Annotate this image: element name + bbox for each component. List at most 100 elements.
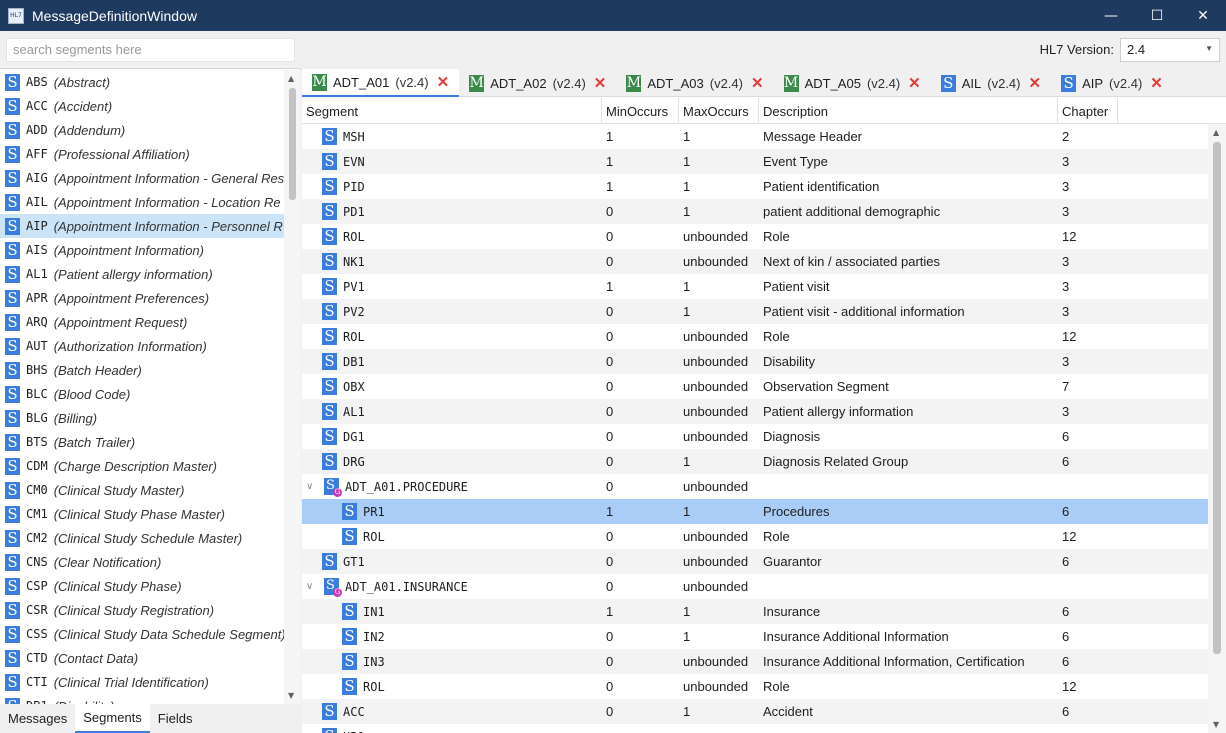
table-row[interactable]: S ROL 0 unbounded Role 12 (302, 324, 1208, 349)
close-window-button[interactable]: ✕ (1180, 0, 1226, 31)
segment-list-item[interactable]: S CSS (Clinical Study Data Schedule Segmen… (0, 622, 284, 646)
column-header-chapter[interactable]: Chapter (1058, 98, 1118, 124)
segment-list-item[interactable]: S AIG (Appointment Information - General R… (0, 166, 284, 190)
segment-list-item[interactable]: SDB1(Disability) (0, 694, 284, 704)
table-row[interactable]: S PR1 1 1 Procedures 6 (302, 499, 1208, 524)
group-row[interactable]: ∨ S G ADT_A01.INSURANCE 0 unbounded (302, 574, 1208, 599)
segment-list-item[interactable]: S AIL (Appointment Information - Location … (0, 190, 284, 214)
table-row[interactable]: S DRG 0 1 Diagnosis Related Group 6 (302, 449, 1208, 474)
table-row[interactable]: S DG1 0 unbounded Diagnosis 6 (302, 424, 1208, 449)
scroll-up-arrow-icon[interactable]: ▲ (288, 74, 294, 83)
minimize-button[interactable]: — (1088, 0, 1134, 31)
tab-aip[interactable]: S AIP (v2.4) ✕ (1051, 69, 1173, 97)
table-row[interactable]: S AL1 0 unbounded Patient allergy informatio… (302, 399, 1208, 424)
expand-chevron-icon[interactable]: ∨ (306, 481, 320, 492)
segment-list-item[interactable]: S ABS (Abstract) (0, 70, 284, 94)
tab-adt_a03[interactable]: M ADT_A03 (v2.4) ✕ (616, 69, 773, 97)
column-header-description[interactable]: Description (759, 98, 1058, 124)
close-tab-icon[interactable]: ✕ (1029, 74, 1042, 92)
scrollbar-thumb[interactable] (289, 88, 296, 200)
table-row[interactable]: S IN3 0 unbounded Insurance Additional Infor… (302, 649, 1208, 674)
table-row[interactable]: S UB1 (302, 724, 1208, 733)
scrollbar-thumb[interactable] (1213, 142, 1221, 654)
segment-icon: S (322, 328, 337, 345)
segment-list-item[interactable]: S CM1 (Clinical Study Phase Master) (0, 502, 284, 526)
column-header-minoccurs[interactable]: MinOccurs (602, 98, 679, 124)
table-row[interactable]: S ROL 0 unbounded Role 12 (302, 524, 1208, 549)
table-row[interactable]: S ACC 0 1 Accident 6 (302, 699, 1208, 724)
table-row[interactable]: S MSH 1 1 Message Header 2 (302, 124, 1208, 149)
table-row[interactable]: S EVN 1 1 Event Type 3 (302, 149, 1208, 174)
tab-adt_a01[interactable]: M ADT_A01 (v2.4) ✕ (302, 69, 460, 97)
max-occurs-cell: 1 (683, 179, 691, 194)
close-tab-icon[interactable]: ✕ (594, 74, 607, 92)
segment-name: UB1 (343, 730, 365, 733)
column-header-maxoccurs[interactable]: MaxOccurs (679, 98, 759, 124)
segment-list-item[interactable]: S CNS (Clear Notification) (0, 550, 284, 574)
min-occurs-cell: 1 (606, 179, 614, 194)
message-icon: M (469, 74, 485, 92)
close-tab-icon[interactable]: ✕ (437, 73, 450, 91)
segment-list-item[interactable]: S AUT (Authorization Information) (0, 334, 284, 358)
close-tab-icon[interactable]: ✕ (1150, 74, 1163, 92)
segment-code: ACC (26, 99, 48, 113)
segment-list-item[interactable]: S CTI (Clinical Trial Identification) (0, 670, 284, 694)
segment-list-item[interactable]: S BHS (Batch Header) (0, 358, 284, 382)
segment-list-item[interactable]: S APR (Appointment Preferences) (0, 286, 284, 310)
segment-list-item[interactable]: S CTD (Contact Data) (0, 646, 284, 670)
scroll-down-arrow-icon[interactable]: ▼ (1213, 720, 1219, 729)
table-row[interactable]: S PD1 0 1 patient additional demographic 3 (302, 199, 1208, 224)
min-occurs-cell: 0 (606, 229, 614, 244)
close-tab-icon[interactable]: ✕ (751, 74, 764, 92)
tab-adt_a05[interactable]: M ADT_A05 (v2.4) ✕ (774, 69, 931, 97)
scroll-up-arrow-icon[interactable]: ▲ (1213, 128, 1219, 137)
tab-ail[interactable]: S AIL (v2.4) ✕ (931, 69, 1051, 97)
segment-list-item[interactable]: S CM2 (Clinical Study Schedule Master) (0, 526, 284, 550)
table-row[interactable]: S IN2 0 1 Insurance Additional Information 6 (302, 624, 1208, 649)
segment-list-item[interactable]: S AIP (Appointment Information - Personnel… (0, 214, 284, 238)
hl7-version-select[interactable]: 2.4 ▼ (1120, 38, 1220, 62)
grid-scrollbar[interactable]: ▲ ▼ (1208, 124, 1226, 733)
segment-list-item[interactable]: S ADD (Addendum) (0, 118, 284, 142)
segment-list-item[interactable]: S CM0 (Clinical Study Master) (0, 478, 284, 502)
maximize-button[interactable]: ☐ (1134, 0, 1180, 31)
table-row[interactable]: S OBX 0 unbounded Observation Segment 7 (302, 374, 1208, 399)
segment-name: OBX (343, 379, 365, 394)
table-row[interactable]: S IN1 1 1 Insurance 6 (302, 599, 1208, 624)
segment-list-scrollbar[interactable]: ▲ ▼ (284, 70, 301, 704)
table-row[interactable]: S PV1 1 1 Patient visit 3 (302, 274, 1208, 299)
segment-list-item[interactable]: S CSP (Clinical Study Phase) (0, 574, 284, 598)
segment-list-item[interactable]: S AFF (Professional Affiliation) (0, 142, 284, 166)
table-row[interactable]: S DB1 0 unbounded Disability 3 (302, 349, 1208, 374)
table-row[interactable]: S ROL 0 unbounded Role 12 (302, 674, 1208, 699)
segment-list-item[interactable]: S ARQ (Appointment Request) (0, 310, 284, 334)
table-row[interactable]: S PID 1 1 Patient identification 3 (302, 174, 1208, 199)
segment-list-item[interactable]: S CDM (Charge Description Master) (0, 454, 284, 478)
segment-list-item[interactable]: S BTS (Batch Trailer) (0, 430, 284, 454)
tab-fields[interactable]: Fields (150, 704, 201, 733)
segment-name: ACC (343, 704, 365, 719)
tab-adt_a02[interactable]: M ADT_A02 (v2.4) ✕ (459, 69, 616, 97)
search-input[interactable]: search segments here (6, 38, 295, 62)
group-row[interactable]: ∨ S G ADT_A01.PROCEDURE 0 unbounded (302, 474, 1208, 499)
segment-name: EVN (343, 154, 365, 169)
tab-messages[interactable]: Messages (0, 704, 75, 733)
segment-list-item[interactable]: S CSR (Clinical Study Registration) (0, 598, 284, 622)
table-row[interactable]: S NK1 0 unbounded Next of kin / associated p… (302, 249, 1208, 274)
segment-cell: S EVN (302, 153, 602, 170)
table-row[interactable]: S ROL 0 unbounded Role 12 (302, 224, 1208, 249)
segment-description: (Appointment Information) (53, 242, 204, 258)
expand-chevron-icon[interactable]: ∨ (306, 581, 320, 592)
segment-list-item[interactable]: S AL1 (Patient allergy information) (0, 262, 284, 286)
segment-list-item[interactable]: S ACC (Accident) (0, 94, 284, 118)
scroll-down-arrow-icon[interactable]: ▼ (288, 691, 294, 700)
segment-list-item[interactable]: S BLG (Billing) (0, 406, 284, 430)
left-panel: search segments here S ABS (Abstract) S ACC (… (0, 31, 301, 733)
close-tab-icon[interactable]: ✕ (908, 74, 921, 92)
tab-segments[interactable]: Segments (75, 704, 150, 733)
segment-list-item[interactable]: S BLC (Blood Code) (0, 382, 284, 406)
table-row[interactable]: S PV2 0 1 Patient visit - additional informa… (302, 299, 1208, 324)
segment-list-item[interactable]: S AIS (Appointment Information) (0, 238, 284, 262)
table-row[interactable]: S GT1 0 unbounded Guarantor 6 (302, 549, 1208, 574)
column-header-segment[interactable]: Segment (302, 98, 602, 124)
